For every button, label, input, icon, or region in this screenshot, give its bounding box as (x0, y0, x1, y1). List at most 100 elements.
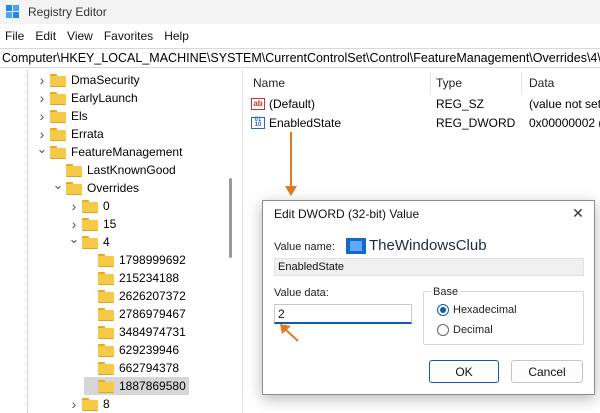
folder-icon (66, 182, 82, 195)
value-row-default[interactable]: ab (Default) (251, 95, 315, 113)
folder-icon (98, 290, 114, 303)
tree-node[interactable]: › DmaSecurity (36, 71, 140, 89)
menu-edit[interactable]: Edit (30, 29, 62, 43)
column-separator[interactable] (430, 72, 431, 94)
tree-node[interactable]: LastKnownGood (52, 161, 176, 179)
value-name: (Default) (269, 97, 316, 111)
tree-node-label: 4 (103, 235, 110, 249)
menu-favorites[interactable]: Favorites (99, 29, 159, 43)
tree-node-label: Overrides (87, 181, 140, 195)
registry-tree: › DmaSecurity › EarlyLaunch › Els › Errata ⌄ Feat… (0, 70, 240, 413)
tree-guide-line (27, 70, 28, 413)
tree-node[interactable]: › 0 (68, 197, 110, 215)
folder-icon (50, 74, 66, 87)
address-bar[interactable]: Computer\HKEY_LOCAL_MACHINE\SYSTEM\Curre… (0, 48, 600, 68)
tree-scrollbar-thumb[interactable] (229, 178, 232, 258)
column-header-data[interactable]: Data (529, 76, 554, 92)
base-groupbox (423, 291, 584, 345)
folder-icon (98, 326, 114, 339)
expander-placeholder (84, 359, 96, 377)
column-header-name[interactable]: Name (253, 76, 285, 92)
dialog-title: Edit DWORD (32-bit) Value (274, 207, 420, 221)
expander-placeholder (84, 377, 96, 395)
menu-help[interactable]: Help (159, 29, 195, 43)
menu-file[interactable]: File (0, 29, 30, 43)
folder-icon (50, 128, 66, 141)
value-name-label: Value name: (274, 241, 335, 253)
column-separator[interactable] (521, 72, 522, 94)
value-data-input[interactable]: 2 (274, 304, 412, 324)
tree-node-label: 2786979467 (119, 307, 186, 321)
radio-decimal[interactable]: Decimal (437, 324, 493, 336)
folder-icon (98, 272, 114, 285)
annotation-arrow-down (285, 132, 297, 196)
tree-node[interactable]: ⌄ FeatureManagement (36, 140, 183, 161)
folder-icon (82, 236, 98, 249)
value-data: 0x00000002 (2) (529, 116, 600, 130)
title-bar: Registry Editor (0, 0, 600, 24)
tree-node-label: 662794378 (119, 361, 180, 375)
folder-icon (50, 146, 66, 159)
cancel-button[interactable]: Cancel (511, 360, 583, 383)
expander-placeholder (84, 287, 96, 305)
value-name-field[interactable]: EnabledState (274, 258, 584, 276)
chevron-right-icon[interactable]: › (68, 197, 80, 215)
tree-node[interactable]: 662794378 (84, 359, 179, 377)
tree-node-label: 1798999692 (119, 253, 186, 267)
menu-bar: File Edit View Favorites Help (0, 26, 600, 46)
radio-selected-icon (437, 304, 449, 316)
tree-node[interactable]: › 8 (68, 395, 110, 413)
tree-node[interactable]: ⌄ Overrides (52, 176, 140, 197)
edit-dword-dialog: Edit DWORD (32-bit) Value ✕ Value name: … (262, 200, 595, 395)
folder-icon (50, 92, 66, 105)
expander-placeholder (84, 323, 96, 341)
tree-node[interactable]: 3484974731 (84, 323, 186, 341)
tree-node-label: 215234188 (119, 271, 180, 285)
chevron-right-icon[interactable]: › (36, 107, 48, 125)
tree-node[interactable]: › EarlyLaunch (36, 89, 138, 107)
binary-value-icon: 01 10 (251, 117, 265, 129)
folder-icon (98, 308, 114, 321)
tree-node[interactable]: 2786979467 (84, 305, 186, 323)
chevron-right-icon[interactable]: › (68, 395, 80, 413)
chevron-right-icon[interactable]: › (36, 89, 48, 107)
tree-node-label: Errata (71, 127, 104, 141)
radio-label: Hexadecimal (453, 304, 517, 316)
close-icon[interactable]: ✕ (570, 205, 586, 221)
chevron-right-icon[interactable]: › (36, 71, 48, 89)
window-title: Registry Editor (28, 5, 107, 19)
tree-node-label: 1887869580 (119, 379, 186, 393)
menu-view[interactable]: View (62, 29, 99, 43)
tree-node-label: 629239946 (119, 343, 180, 357)
tree-node[interactable]: 1887869580 (84, 377, 189, 395)
expander-placeholder (84, 269, 96, 287)
radio-hexadecimal[interactable]: Hexadecimal (437, 304, 517, 316)
expander-placeholder (84, 305, 96, 323)
chevron-down-icon[interactable]: ⌄ (36, 140, 48, 158)
expander-placeholder (84, 251, 96, 269)
expander-placeholder (84, 341, 96, 359)
chevron-down-icon[interactable]: ⌄ (68, 230, 80, 248)
folder-icon (50, 110, 66, 123)
tree-node-label: DmaSecurity (71, 73, 140, 87)
string-value-icon: ab (251, 98, 265, 110)
value-name: EnabledState (269, 116, 342, 130)
folder-icon (82, 218, 98, 231)
folder-icon (98, 362, 114, 375)
registry-editor-icon (6, 5, 20, 19)
tree-node[interactable]: ⌄ 4 (68, 230, 110, 251)
tree-node-label: 8 (103, 397, 110, 411)
chevron-down-icon[interactable]: ⌄ (52, 176, 64, 194)
folder-icon (98, 344, 114, 357)
tree-node[interactable]: 2626207372 (84, 287, 186, 305)
windows-club-logo-icon (346, 237, 366, 254)
tree-node[interactable]: › Els (36, 107, 88, 125)
tree-node[interactable]: 215234188 (84, 269, 179, 287)
tree-node[interactable]: 629239946 (84, 341, 179, 359)
value-data-label: Value data: (274, 287, 329, 299)
base-label: Base (431, 286, 461, 298)
tree-node[interactable]: 1798999692 (84, 251, 186, 269)
tree-node-label: FeatureManagement (71, 145, 183, 159)
ok-button[interactable]: OK (429, 360, 499, 383)
column-header-type[interactable]: Type (436, 76, 462, 92)
